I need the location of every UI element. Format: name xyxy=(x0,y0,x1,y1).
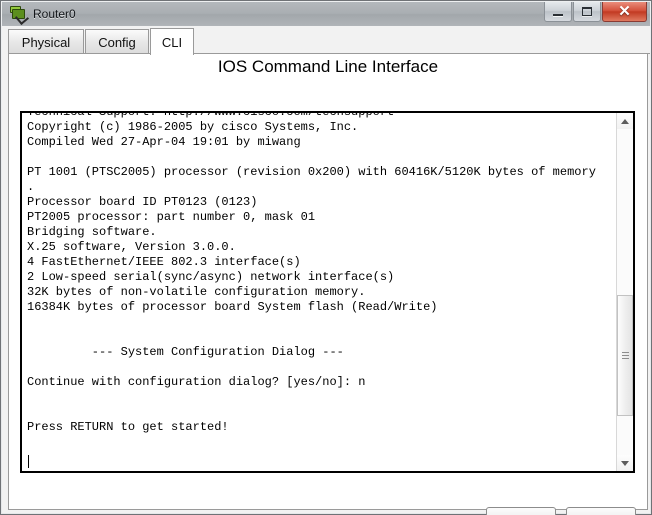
scrollbar-track[interactable] xyxy=(617,129,633,455)
terminal-line: Press RETURN to get started! xyxy=(27,420,229,434)
scroll-down-icon[interactable] xyxy=(617,455,633,471)
terminal-scrollbar[interactable] xyxy=(616,113,633,471)
terminal-line: 32K bytes of non-volatile configuration … xyxy=(27,285,366,299)
router0-window: Router0 ✕ Physical Config CLI IOS Comman… xyxy=(0,0,652,515)
terminal-line: Compiled Wed 27-Apr-04 19:01 by miwang xyxy=(27,135,301,149)
scrollbar-thumb[interactable] xyxy=(617,295,633,416)
maximize-icon xyxy=(582,7,592,16)
close-button[interactable]: ✕ xyxy=(602,2,647,22)
window-title: Router0 xyxy=(33,7,76,21)
terminal-output[interactable]: Technical Support: http://www.cisco.com/… xyxy=(22,113,616,471)
scrollbar-grip-icon xyxy=(621,352,629,360)
terminal-text: Technical Support: http://www.cisco.com/… xyxy=(27,113,596,471)
tab-config[interactable]: Config xyxy=(85,29,149,54)
terminal-line: --- System Configuration Dialog --- xyxy=(27,345,344,359)
terminal-line: 4 FastEthernet/IEEE 802.3 interface(s) xyxy=(27,255,301,269)
window-controls: ✕ xyxy=(543,2,647,24)
scroll-up-icon[interactable] xyxy=(617,113,633,129)
tab-physical-label: Physical xyxy=(21,34,71,50)
terminal-line: Continue with configuration dialog? [yes… xyxy=(27,375,366,389)
cli-tab-page: IOS Command Line Interface Technical Sup… xyxy=(8,53,648,515)
tab-cli[interactable]: CLI xyxy=(150,28,194,55)
terminal-container: Technical Support: http://www.cisco.com/… xyxy=(20,111,635,473)
minimize-icon xyxy=(553,13,563,16)
terminal-line: . xyxy=(27,180,35,194)
copy-button[interactable]: Copy xyxy=(486,507,556,515)
terminal-line: 2 Low-speed serial(sync/async) network i… xyxy=(27,270,395,284)
tab-physical[interactable]: Physical xyxy=(8,29,84,54)
page-title: IOS Command Line Interface xyxy=(217,57,439,76)
copy-button-label: Copy xyxy=(506,512,536,515)
tab-active-notch xyxy=(151,53,193,55)
minimize-button[interactable] xyxy=(544,2,572,22)
terminal-line: Processor board ID PT0123 (0123) xyxy=(27,195,258,209)
paste-button-label: Paste xyxy=(584,512,617,515)
maximize-button[interactable] xyxy=(573,2,601,22)
tab-strip-underline xyxy=(8,53,650,54)
tab-cli-label: CLI xyxy=(161,34,183,50)
terminal-line: Copyright (c) 1986-2005 by cisco Systems… xyxy=(27,120,359,134)
client-area: Physical Config CLI IOS Command Line Int… xyxy=(2,26,650,515)
router-icon xyxy=(9,5,30,26)
terminal-line: X.25 software, Version 3.0.0. xyxy=(27,240,236,254)
terminal-line: PT2005 processor: part number 0, mask 01 xyxy=(27,210,316,224)
terminal-line: PT 1001 (PTSC2005) processor (revision 0… xyxy=(27,165,596,179)
tab-config-label: Config xyxy=(98,34,136,50)
tab-strip: Physical Config CLI xyxy=(2,26,650,55)
terminal-caret xyxy=(28,455,29,468)
terminal-line: 16384K bytes of processor board System f… xyxy=(27,300,438,314)
paste-button[interactable]: Paste xyxy=(566,507,636,515)
title-bar[interactable]: Router0 ✕ xyxy=(2,2,650,26)
terminal-line: Technical Support: http://www.cisco.com/… xyxy=(27,113,596,120)
close-icon: ✕ xyxy=(618,2,631,20)
terminal-line: Bridging software. xyxy=(27,225,157,239)
